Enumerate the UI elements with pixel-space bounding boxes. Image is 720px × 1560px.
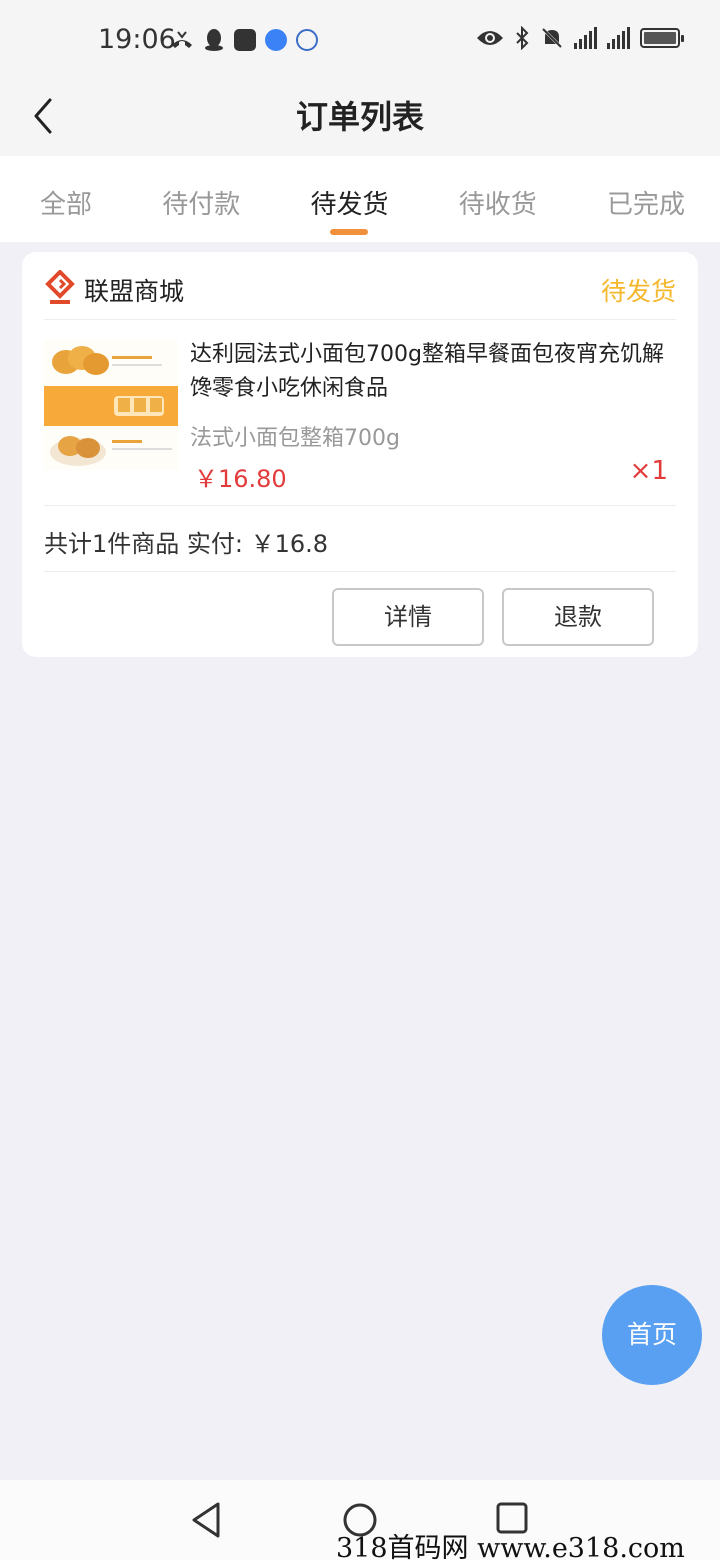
order-status-badge: 待发货 xyxy=(600,277,676,306)
active-tab-indicator xyxy=(330,229,369,235)
huawei-icon xyxy=(234,29,256,51)
order-card: 联盟商城 待发货 达利园法式小面包700g整箱早餐面包夜宵充饥解馋零食小吃休闲食… xyxy=(22,252,698,657)
bluetooth-icon xyxy=(516,26,529,50)
product-price: ￥16.80 xyxy=(194,465,287,493)
order-summary-row: 共计1件商品 实付: ￥16.8 xyxy=(44,508,676,572)
signal-4g-icon xyxy=(574,27,597,49)
ifly-icon xyxy=(296,29,318,51)
shop-logo-icon xyxy=(45,270,75,304)
tab-completed[interactable]: 已完成 xyxy=(607,156,685,242)
nav-back-icon[interactable] xyxy=(190,1502,222,1538)
tab-pending-shipment[interactable]: 待发货 xyxy=(310,156,388,242)
refund-button[interactable]: 退款 xyxy=(502,588,654,646)
shop-name: 联盟商城 xyxy=(84,277,185,306)
tab-label: 待发货 xyxy=(310,190,389,220)
status-bar: 19:06 xyxy=(0,0,720,84)
mute-bell-icon xyxy=(541,27,563,49)
product-title: 达利园法式小面包700g整箱早餐面包夜宵充饥解馋零食小吃休闲食品 xyxy=(190,342,664,401)
qq-icon xyxy=(205,29,223,51)
header: 订单列表 xyxy=(0,84,720,156)
tab-pending-receipt[interactable]: 待收货 xyxy=(459,156,537,242)
product-spec: 法式小面包整箱700g xyxy=(190,426,400,451)
product-row[interactable]: 达利园法式小面包700g整箱早餐面包夜宵充饥解馋零食小吃休闲食品 法式小面包整箱… xyxy=(44,334,676,506)
product-quantity: ×1 xyxy=(629,456,668,486)
status-left-icons xyxy=(170,28,318,52)
product-image xyxy=(44,340,178,470)
order-actions: 详情 退款 xyxy=(22,588,676,646)
tab-pending-payment[interactable]: 待付款 xyxy=(162,156,240,242)
watermark: 318首码网 www.e318.com xyxy=(336,1533,685,1560)
missed-call-icon xyxy=(172,31,192,48)
detail-button[interactable]: 详情 xyxy=(332,588,484,646)
order-summary: 共计1件商品 实付: ￥16.8 xyxy=(44,530,329,558)
signal-4g-icon xyxy=(607,27,630,49)
page-title: 订单列表 xyxy=(295,98,424,136)
status-right-icons xyxy=(476,26,684,50)
eye-icon xyxy=(477,31,503,45)
browser-icon xyxy=(265,29,287,51)
shop-row: 联盟商城 待发货 xyxy=(44,266,676,320)
order-tabs: 全部 待付款 待发货 待收货 已完成 xyxy=(0,156,720,242)
home-fab-button[interactable]: 首页 xyxy=(602,1285,702,1385)
tab-all[interactable]: 全部 xyxy=(40,156,92,242)
battery-icon xyxy=(640,28,684,48)
status-time: 19:06 xyxy=(98,24,176,55)
